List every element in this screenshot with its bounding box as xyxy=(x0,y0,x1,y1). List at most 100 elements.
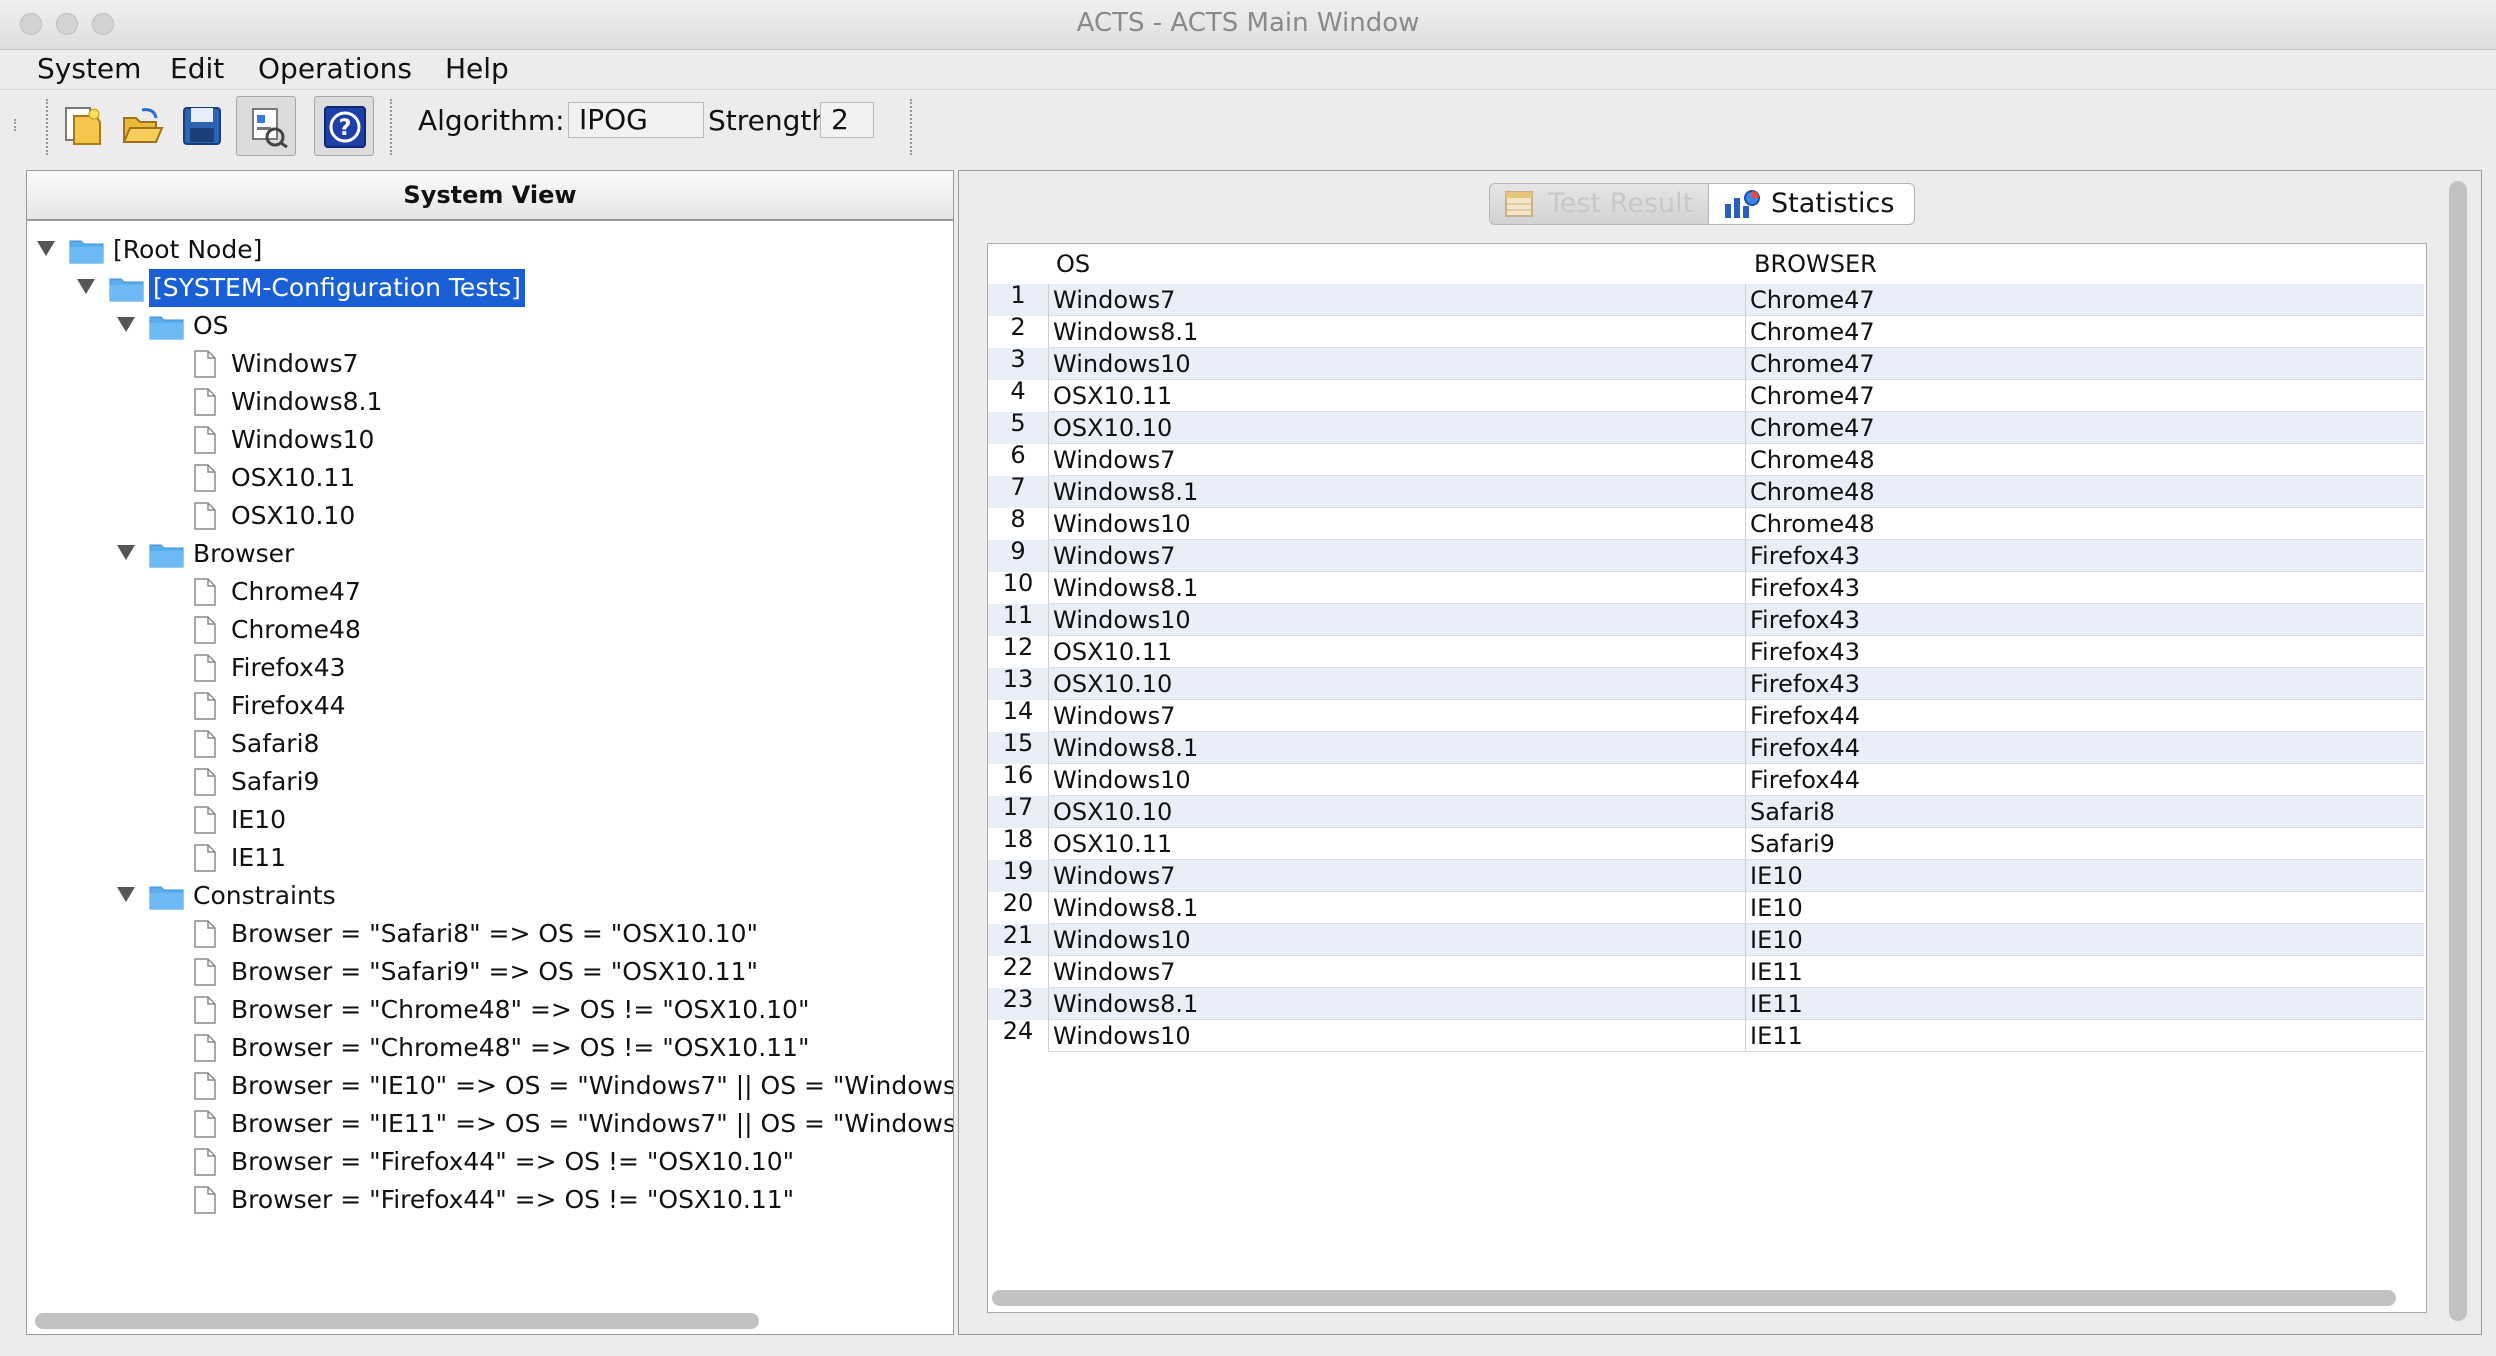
strength-field[interactable]: 2 xyxy=(820,102,874,138)
tree-leaf-node[interactable]: Windows10 xyxy=(27,421,953,459)
browser-cell[interactable]: IE10 xyxy=(1746,860,2424,892)
tab-test-result[interactable]: Test Result xyxy=(1489,183,1709,225)
browser-cell[interactable]: Chrome48 xyxy=(1746,508,2424,540)
browser-cell[interactable]: Firefox43 xyxy=(1746,668,2424,700)
browser-cell[interactable]: IE11 xyxy=(1746,988,2424,1020)
browser-cell[interactable]: IE11 xyxy=(1746,956,2424,988)
tree-group-constraints[interactable]: Constraints xyxy=(27,877,953,915)
table-row[interactable]: 14 Windows7 Firefox44 xyxy=(988,699,2424,732)
table-row[interactable]: 12 OSX10.11 Firefox43 xyxy=(988,635,2424,668)
browser-cell[interactable]: IE11 xyxy=(1746,1020,2424,1052)
browser-cell[interactable]: Chrome48 xyxy=(1746,444,2424,476)
tree-leaf-node[interactable]: OSX10.10 xyxy=(27,497,953,535)
table-row[interactable]: 18 OSX10.11 Safari9 xyxy=(988,827,2424,860)
menu-edit[interactable]: Edit xyxy=(170,51,224,87)
menu-operations[interactable]: Operations xyxy=(258,51,412,87)
table-row[interactable]: 13 OSX10.10 Firefox43 xyxy=(988,667,2424,700)
tree-leaf-node[interactable]: Browser = "Safari9" => OS = "OSX10.11" xyxy=(27,953,953,991)
tree-leaf-node[interactable]: Windows8.1 xyxy=(27,383,953,421)
table-row[interactable]: 21 Windows10 IE10 xyxy=(988,923,2424,956)
panel-vertical-scrollbar[interactable] xyxy=(2449,181,2467,1321)
os-cell[interactable]: Windows10 xyxy=(1048,348,1746,380)
table-row[interactable]: 10 Windows8.1 Firefox43 xyxy=(988,571,2424,604)
expand-toggle-icon[interactable] xyxy=(117,317,135,332)
table-row[interactable]: 2 Windows8.1 Chrome47 xyxy=(988,315,2424,348)
os-cell[interactable]: OSX10.10 xyxy=(1048,668,1746,700)
tree-horizontal-scrollbar[interactable] xyxy=(35,1313,759,1329)
os-cell[interactable]: OSX10.11 xyxy=(1048,828,1746,860)
os-cell[interactable]: Windows8.1 xyxy=(1048,892,1746,924)
tree-leaf-node[interactable]: Safari9 xyxy=(27,763,953,801)
help-button[interactable]: ? xyxy=(314,96,374,156)
expand-toggle-icon[interactable] xyxy=(77,279,95,294)
table-row[interactable]: 1 Windows7 Chrome47 xyxy=(988,283,2424,316)
toolbar-grip[interactable] xyxy=(14,119,16,131)
table-row[interactable]: 24 Windows10 IE11 xyxy=(988,1019,2424,1052)
os-cell[interactable]: Windows8.1 xyxy=(1048,476,1746,508)
browser-cell[interactable]: IE10 xyxy=(1746,924,2424,956)
browser-cell[interactable]: Firefox44 xyxy=(1746,764,2424,796)
tree-leaf-node[interactable]: Firefox43 xyxy=(27,649,953,687)
os-cell[interactable]: Windows7 xyxy=(1048,284,1746,316)
tree-root-node[interactable]: [Root Node] xyxy=(27,231,953,269)
os-cell[interactable]: Windows8.1 xyxy=(1048,732,1746,764)
os-cell[interactable]: Windows7 xyxy=(1048,444,1746,476)
browser-cell[interactable]: Chrome47 xyxy=(1746,348,2424,380)
tab-statistics[interactable]: Statistics xyxy=(1709,183,1915,225)
table-horizontal-scrollbar[interactable] xyxy=(992,1290,2396,1306)
browser-cell[interactable]: Firefox44 xyxy=(1746,732,2424,764)
table-row[interactable]: 17 OSX10.10 Safari8 xyxy=(988,795,2424,828)
new-system-button[interactable] xyxy=(52,96,112,156)
os-cell[interactable]: OSX10.10 xyxy=(1048,796,1746,828)
os-cell[interactable]: Windows7 xyxy=(1048,860,1746,892)
os-cell[interactable]: Windows8.1 xyxy=(1048,988,1746,1020)
browser-cell[interactable]: Chrome48 xyxy=(1746,476,2424,508)
browser-cell[interactable]: Chrome47 xyxy=(1746,316,2424,348)
open-button[interactable] xyxy=(112,96,172,156)
table-row[interactable]: 16 Windows10 Firefox44 xyxy=(988,763,2424,796)
browser-cell[interactable]: Chrome47 xyxy=(1746,380,2424,412)
table-row[interactable]: 6 Windows7 Chrome48 xyxy=(988,443,2424,476)
column-header-os[interactable]: OS xyxy=(1056,244,1090,284)
expand-toggle-icon[interactable] xyxy=(117,545,135,560)
os-cell[interactable]: Windows8.1 xyxy=(1048,572,1746,604)
tree-leaf-node[interactable]: OSX10.11 xyxy=(27,459,953,497)
table-row[interactable]: 11 Windows10 Firefox43 xyxy=(988,603,2424,636)
tree-leaf-node[interactable]: Browser = "IE11" => OS = "Windows7" || O… xyxy=(27,1105,953,1143)
tree-leaf-node[interactable]: Browser = "Chrome48" => OS != "OSX10.10" xyxy=(27,991,953,1029)
os-cell[interactable]: Windows8.1 xyxy=(1048,316,1746,348)
tree-leaf-node[interactable]: Firefox44 xyxy=(27,687,953,725)
menu-help[interactable]: Help xyxy=(445,51,509,87)
table-row[interactable]: 8 Windows10 Chrome48 xyxy=(988,507,2424,540)
tree-leaf-node[interactable]: Browser = "Firefox44" => OS != "OSX10.11… xyxy=(27,1181,953,1219)
browser-cell[interactable]: Firefox43 xyxy=(1746,604,2424,636)
tree-group-browser[interactable]: Browser xyxy=(27,535,953,573)
os-cell[interactable]: Windows10 xyxy=(1048,1020,1746,1052)
column-header-browser[interactable]: BROWSER xyxy=(1754,244,1877,284)
os-cell[interactable]: Windows10 xyxy=(1048,924,1746,956)
tree-leaf-node[interactable]: Browser = "Chrome48" => OS != "OSX10.11" xyxy=(27,1029,953,1067)
table-row[interactable]: 15 Windows8.1 Firefox44 xyxy=(988,731,2424,764)
test-result-table[interactable]: OS BROWSER 1 Windows7 Chrome47 2 Windows8.1 C… xyxy=(987,243,2427,1313)
os-cell[interactable]: Windows7 xyxy=(1048,700,1746,732)
browser-cell[interactable]: Firefox44 xyxy=(1746,700,2424,732)
tree-leaf-node[interactable]: IE10 xyxy=(27,801,953,839)
tree-leaf-node[interactable]: Chrome47 xyxy=(27,573,953,611)
browser-cell[interactable]: Safari9 xyxy=(1746,828,2424,860)
table-row[interactable]: 19 Windows7 IE10 xyxy=(988,859,2424,892)
tree-system-node[interactable]: [SYSTEM-Configuration Tests] xyxy=(27,269,953,307)
os-cell[interactable]: Windows10 xyxy=(1048,764,1746,796)
menu-system[interactable]: System xyxy=(37,51,141,87)
os-cell[interactable]: OSX10.11 xyxy=(1048,380,1746,412)
expand-toggle-icon[interactable] xyxy=(37,241,55,256)
table-row[interactable]: 9 Windows7 Firefox43 xyxy=(988,539,2424,572)
table-row[interactable]: 4 OSX10.11 Chrome47 xyxy=(988,379,2424,412)
table-row[interactable]: 7 Windows8.1 Chrome48 xyxy=(988,475,2424,508)
browser-cell[interactable]: Firefox43 xyxy=(1746,540,2424,572)
browser-cell[interactable]: Firefox43 xyxy=(1746,572,2424,604)
tree-group-os[interactable]: OS xyxy=(27,307,953,345)
tree-leaf-node[interactable]: Browser = "Firefox44" => OS != "OSX10.10… xyxy=(27,1143,953,1181)
os-cell[interactable]: Windows7 xyxy=(1048,540,1746,572)
browser-cell[interactable]: Chrome47 xyxy=(1746,412,2424,444)
table-row[interactable]: 23 Windows8.1 IE11 xyxy=(988,987,2424,1020)
